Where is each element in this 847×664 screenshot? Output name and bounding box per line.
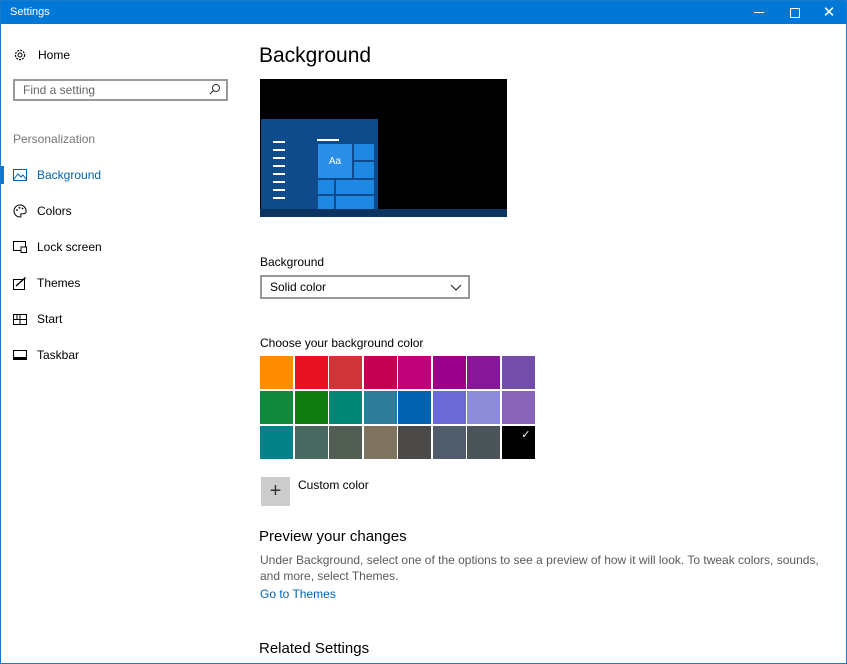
preview-list-line <box>273 141 285 143</box>
sidebar-item-label: Lock screen <box>37 240 102 254</box>
home-link[interactable]: Home <box>13 48 70 62</box>
color-swatch[interactable] <box>294 426 328 459</box>
main-content: Background Aa Background Solid color Cho… <box>259 24 846 663</box>
color-swatch[interactable] <box>294 356 328 389</box>
color-swatch[interactable] <box>501 391 535 424</box>
color-swatch[interactable] <box>432 391 466 424</box>
custom-color-label: Custom color <box>298 478 369 492</box>
sidebar-item-label: Themes <box>37 276 81 290</box>
color-swatch[interactable] <box>432 356 466 389</box>
custom-color-button[interactable]: + Custom color <box>261 477 369 506</box>
sidebar-item-background[interactable]: Background <box>1 157 243 193</box>
themes-icon <box>13 276 27 290</box>
go-to-themes-link[interactable]: Go to Themes <box>260 587 336 601</box>
preview-list-line <box>273 189 285 191</box>
color-swatch[interactable] <box>432 426 466 459</box>
preview-tile <box>318 196 334 209</box>
preview-list-line <box>273 173 285 175</box>
preview-tile <box>336 196 374 209</box>
sidebar-item-themes[interactable]: Themes <box>1 265 243 301</box>
color-swatch[interactable] <box>398 356 431 389</box>
plus-icon: + <box>261 477 290 506</box>
related-settings-heading: Related Settings <box>259 640 370 657</box>
home-label: Home <box>38 48 71 62</box>
close-icon: ✕ <box>822 4 836 21</box>
sidebar-item-label: Taskbar <box>37 348 80 362</box>
preview-description: Under Background, select one of the opti… <box>260 553 819 583</box>
background-dropdown-value: Solid color <box>270 280 327 294</box>
choose-color-label: Choose your background color <box>260 336 424 350</box>
search-box[interactable] <box>13 79 228 101</box>
color-swatch[interactable] <box>329 356 362 389</box>
color-swatch[interactable] <box>329 426 362 459</box>
preview-tile-text: Aa <box>328 155 342 167</box>
sidebar-item-label: Colors <box>37 204 72 218</box>
preview-taskbar <box>260 209 507 217</box>
minimize-button[interactable] <box>741 1 777 24</box>
preview-group-line <box>317 139 339 141</box>
close-button[interactable]: ✕ <box>811 1 846 24</box>
nav-list: Background Colors Lock screen Themes Sta… <box>1 157 243 373</box>
page-title: Background <box>259 44 372 67</box>
preview-list-line <box>273 165 285 167</box>
preview-list-line <box>273 181 285 183</box>
color-swatch[interactable] <box>260 391 293 424</box>
sidebar-item-start[interactable]: Start <box>1 301 243 337</box>
search-input[interactable] <box>15 81 208 99</box>
sidebar-item-colors[interactable]: Colors <box>1 193 243 229</box>
section-label: Personalization <box>13 132 96 146</box>
desktop-preview: Aa <box>260 79 507 217</box>
background-label: Background <box>260 255 325 269</box>
preview-start-menu: Aa <box>261 119 378 209</box>
preview-heading: Preview your changes <box>259 528 407 545</box>
color-swatch[interactable]: ✓ <box>501 426 535 459</box>
chevron-down-icon <box>450 284 462 291</box>
color-swatch[interactable] <box>329 391 362 424</box>
search-icon[interactable] <box>209 83 221 95</box>
color-swatch[interactable] <box>467 391 500 424</box>
palette-icon <box>13 204 27 218</box>
minimize-icon <box>754 12 764 13</box>
preview-tile <box>318 180 334 194</box>
color-swatch[interactable] <box>467 356 500 389</box>
sidebar-item-lock-screen[interactable]: Lock screen <box>1 229 243 265</box>
preview-tile <box>354 144 374 160</box>
color-swatch[interactable] <box>363 426 397 459</box>
color-swatch[interactable] <box>398 426 431 459</box>
preview-list-line <box>273 149 285 151</box>
settings-window: Settings ✕ Home Personalization Backgrou… <box>0 0 847 664</box>
picture-icon <box>13 168 27 182</box>
color-swatch[interactable] <box>260 356 293 389</box>
preview-list-line <box>273 197 285 199</box>
preview-tile: Aa <box>318 144 352 178</box>
color-swatch[interactable] <box>363 356 397 389</box>
color-swatch[interactable] <box>294 391 328 424</box>
start-icon <box>13 312 27 326</box>
background-dropdown[interactable]: Solid color <box>260 275 470 299</box>
title-bar[interactable]: Settings ✕ <box>1 1 846 24</box>
color-swatch[interactable] <box>260 426 293 459</box>
color-swatch[interactable] <box>363 391 397 424</box>
lock-screen-icon <box>13 240 27 254</box>
sidebar-item-taskbar[interactable]: Taskbar <box>1 337 243 373</box>
sidebar: Home Personalization Background Colors <box>1 24 243 663</box>
color-swatch[interactable] <box>398 391 431 424</box>
gear-icon <box>13 48 27 62</box>
preview-tile <box>354 162 374 178</box>
sidebar-item-label: Start <box>37 312 63 326</box>
preview-tile <box>336 180 374 194</box>
color-swatch[interactable] <box>467 426 500 459</box>
window-title: Settings <box>10 6 50 18</box>
maximize-icon <box>790 7 800 18</box>
checkmark-icon: ✓ <box>521 429 531 441</box>
color-swatch[interactable] <box>501 356 535 389</box>
preview-list-line <box>273 157 285 159</box>
maximize-button[interactable] <box>777 1 813 24</box>
taskbar-icon <box>13 348 27 362</box>
sidebar-item-label: Background <box>37 168 102 182</box>
